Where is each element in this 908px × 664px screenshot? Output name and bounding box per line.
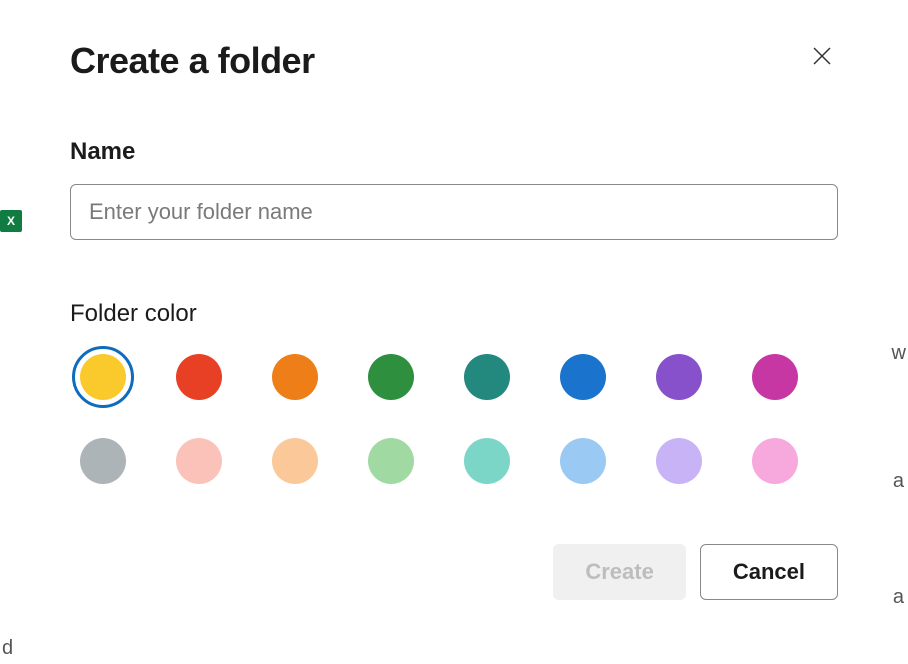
background-text-fragment: d	[2, 637, 13, 660]
color-swatch-pink[interactable]	[752, 438, 798, 484]
color-swatch-light-green[interactable]	[368, 438, 414, 484]
create-folder-dialog: Create a folder Name Folder color Create…	[22, 0, 886, 664]
color-swatch-light-orange[interactable]	[272, 438, 318, 484]
color-swatch-green[interactable]	[368, 354, 414, 400]
background-text-fragment: a	[893, 470, 904, 493]
create-button[interactable]: Create	[553, 544, 685, 600]
background-text-fragment: a	[893, 586, 904, 609]
color-swatch-light-red[interactable]	[176, 438, 222, 484]
color-picker-grid	[70, 354, 838, 484]
color-swatch-blue[interactable]	[560, 354, 606, 400]
cancel-button[interactable]: Cancel	[700, 544, 838, 600]
color-swatch-magenta[interactable]	[752, 354, 798, 400]
dialog-header: Create a folder	[70, 40, 838, 82]
close-icon	[810, 44, 834, 68]
close-button[interactable]	[806, 40, 838, 72]
color-swatch-yellow[interactable]	[80, 354, 126, 400]
color-swatch-light-teal[interactable]	[464, 438, 510, 484]
color-swatch-light-blue[interactable]	[560, 438, 606, 484]
name-label: Name	[70, 138, 838, 166]
color-swatch-light-purple[interactable]	[656, 438, 702, 484]
color-swatch-purple[interactable]	[656, 354, 702, 400]
color-swatch-teal[interactable]	[464, 354, 510, 400]
color-swatch-orange[interactable]	[272, 354, 318, 400]
folder-name-input[interactable]	[70, 184, 838, 240]
dialog-footer: Create Cancel	[70, 544, 838, 600]
dialog-title: Create a folder	[70, 40, 315, 82]
color-swatch-red[interactable]	[176, 354, 222, 400]
background-text-fragment: w	[892, 342, 906, 365]
excel-icon: X	[0, 210, 22, 232]
folder-color-label: Folder color	[70, 300, 838, 328]
color-swatch-grey[interactable]	[80, 438, 126, 484]
